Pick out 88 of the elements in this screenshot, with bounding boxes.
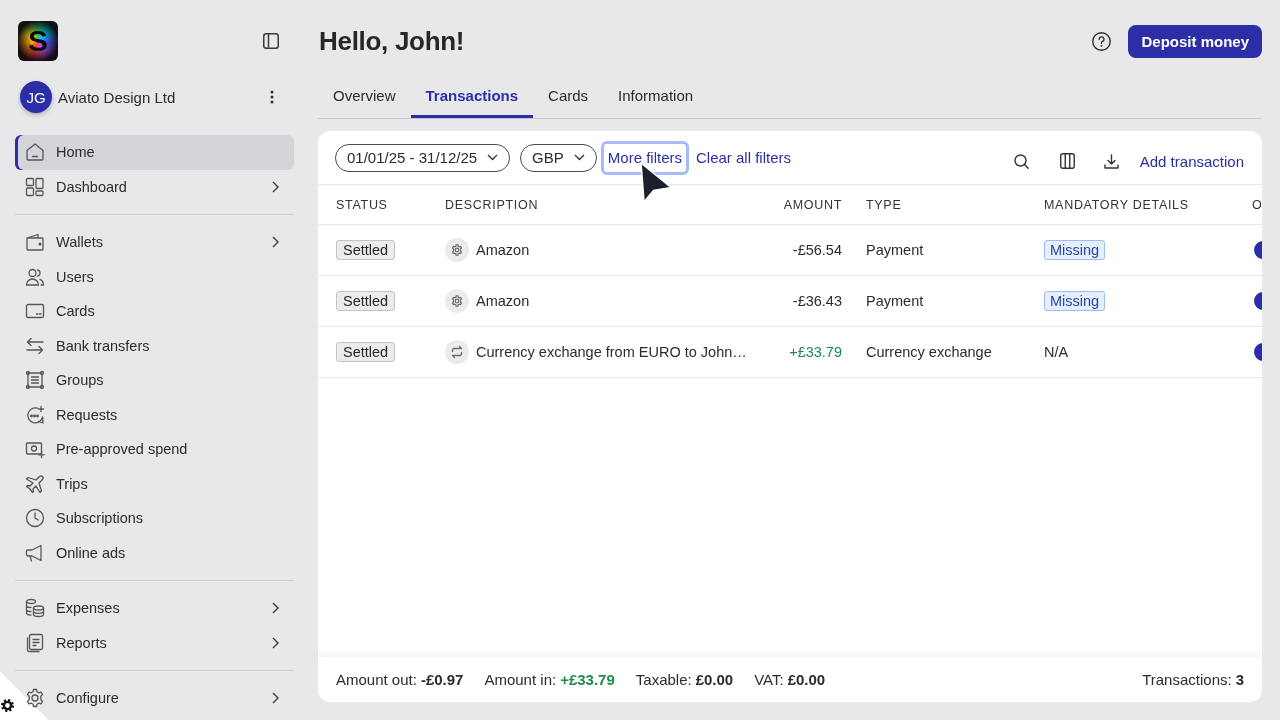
nav-item[interactable]: Users xyxy=(15,259,294,294)
summary-label: Amount in: xyxy=(484,671,557,688)
summary-value: +£33.79 xyxy=(560,671,615,688)
settings-icon[interactable] xyxy=(1,699,14,712)
plane-icon xyxy=(25,473,45,494)
banknote-icon xyxy=(25,439,45,460)
chevron-down-icon xyxy=(573,154,585,161)
search-icon[interactable] xyxy=(1013,153,1029,169)
chevron-down-icon xyxy=(487,154,499,161)
users-icon xyxy=(25,266,45,287)
add-transaction-link[interactable]: Add transaction xyxy=(1139,152,1244,170)
cog-icon xyxy=(445,238,469,262)
column-header: STATUS xyxy=(336,197,388,212)
status-badge: Settled xyxy=(336,240,396,260)
swap-arrows-icon xyxy=(445,340,469,364)
summary-value: £0.00 xyxy=(695,671,734,688)
details-badge: Missing xyxy=(1044,240,1106,260)
column-header: MANDATORY DETAILS xyxy=(1044,197,1189,212)
summary-label: Transactions: xyxy=(1142,671,1232,688)
details-text: N/A xyxy=(1044,344,1069,360)
grid-icon xyxy=(25,176,45,197)
nav-item[interactable]: Dashboard xyxy=(15,169,294,204)
filter-link[interactable]: Clear all filters xyxy=(689,140,798,175)
type-text: Payment xyxy=(866,242,924,258)
tab[interactable]: Transactions xyxy=(410,84,534,118)
summary-value: 3 xyxy=(1235,671,1244,688)
avatar-icon[interactable] xyxy=(1254,241,1262,259)
cog-icon xyxy=(445,289,469,313)
app-logo: S xyxy=(18,21,58,61)
download-icon[interactable] xyxy=(1103,153,1119,169)
megaphone-icon xyxy=(25,542,45,563)
type-text: Currency exchange xyxy=(866,344,992,360)
tab[interactable]: Information xyxy=(603,84,709,118)
tab[interactable]: Cards xyxy=(533,84,604,118)
column-header: TYPE xyxy=(866,197,902,212)
summary-value: £0.00 xyxy=(787,671,826,688)
nav-item[interactable]: Cards xyxy=(15,294,294,329)
kebab-menu-icon[interactable] xyxy=(270,90,274,104)
details-badge: Missing xyxy=(1044,291,1106,311)
frame-icon xyxy=(25,370,45,391)
wallet-icon xyxy=(25,232,45,253)
help-icon[interactable] xyxy=(1092,31,1112,51)
tab[interactable]: Overview xyxy=(318,84,411,118)
nav-item[interactable]: Bank transfers xyxy=(15,328,294,363)
summary-label: VAT: xyxy=(754,671,784,688)
nav-item[interactable]: Pre-approved spend xyxy=(15,432,294,467)
avatar-icon[interactable] xyxy=(1254,343,1262,361)
sidebar-toggle-icon[interactable] xyxy=(263,33,279,49)
document-icon xyxy=(25,632,45,653)
nav-item[interactable]: Home xyxy=(15,135,294,170)
nav-item[interactable]: Subscriptions xyxy=(15,501,294,536)
gear-icon xyxy=(25,688,45,709)
arrows-icon xyxy=(25,335,45,356)
status-badge: Settled xyxy=(336,342,396,362)
column-header: DESCRIPTION xyxy=(445,197,539,212)
nav-item[interactable]: Requests xyxy=(15,397,294,432)
nav-item[interactable]: Wallets xyxy=(15,225,294,260)
amount-text: +£33.79 xyxy=(789,344,842,360)
nav-item[interactable]: Trips xyxy=(15,466,294,501)
column-header: O xyxy=(1252,197,1262,212)
clock-icon xyxy=(25,508,45,529)
nav-item[interactable]: Groups xyxy=(15,363,294,398)
account-name: Aviato Design Ltd xyxy=(58,88,177,106)
home-icon xyxy=(25,142,45,163)
nav-item[interactable]: Configure xyxy=(15,681,294,716)
filter-dropdown[interactable]: GBP xyxy=(520,143,597,172)
nav-item[interactable]: Expenses xyxy=(15,591,294,626)
page-title: Hello, John! xyxy=(319,25,465,57)
account-avatar[interactable]: JG xyxy=(20,81,52,113)
description-text: Amazon xyxy=(476,293,530,309)
description-text: Amazon xyxy=(476,242,530,258)
summary-value: -£0.97 xyxy=(420,671,464,688)
deposit-money-button[interactable]: Deposit money xyxy=(1128,24,1262,58)
coins-icon xyxy=(25,598,45,619)
filter-dropdown[interactable]: 01/01/25 - 31/12/25 xyxy=(335,143,511,172)
nav-item[interactable]: Reports xyxy=(15,625,294,660)
avatar-icon[interactable] xyxy=(1254,292,1262,310)
description-text: Currency exchange from EURO to John… xyxy=(476,344,747,360)
amount-text: -£36.43 xyxy=(792,293,842,309)
chat-plus-icon xyxy=(25,404,45,425)
summary-label: Taxable: xyxy=(635,671,692,688)
columns-icon[interactable] xyxy=(1059,153,1075,169)
summary-label: Amount out: xyxy=(336,671,417,688)
type-text: Payment xyxy=(866,293,924,309)
amount-text: -£56.54 xyxy=(792,242,842,258)
status-badge: Settled xyxy=(336,291,396,311)
column-header: AMOUNT xyxy=(783,197,842,212)
nav-item[interactable]: Online ads xyxy=(15,535,294,570)
